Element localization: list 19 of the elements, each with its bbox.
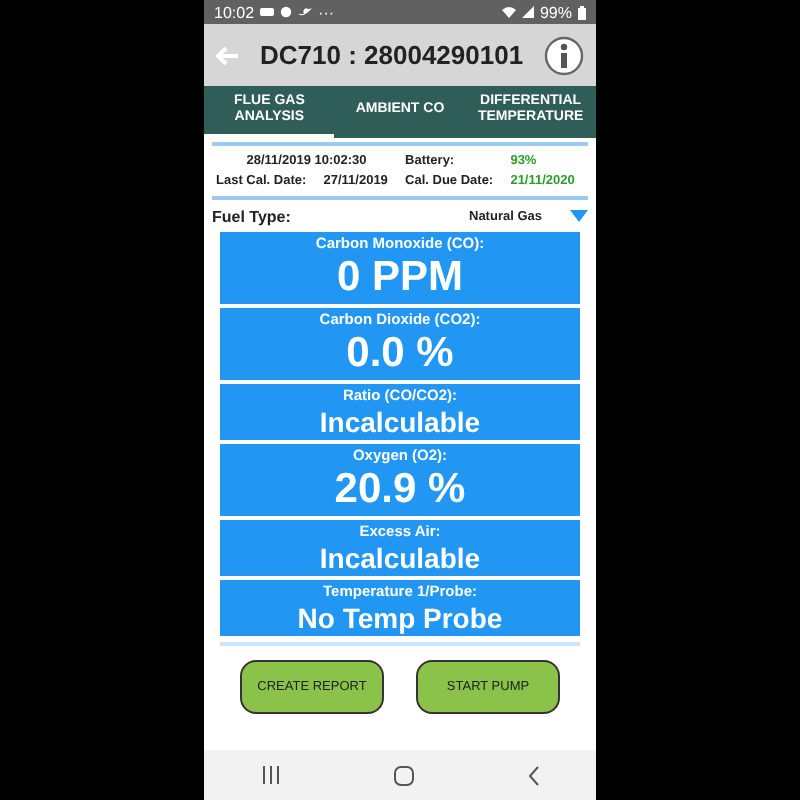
reading-value: No Temp Probe bbox=[295, 602, 505, 636]
recent-apps-icon[interactable] bbox=[261, 766, 279, 784]
wifi-icon bbox=[501, 6, 516, 18]
back-icon[interactable] bbox=[527, 765, 539, 785]
reading-value: Incalculable bbox=[317, 542, 483, 576]
reading-value: 20.9 % bbox=[332, 466, 468, 516]
reading-value: Incalculable bbox=[317, 406, 483, 440]
app-title: DC710 : 28004290101 bbox=[260, 40, 524, 70]
battery-percent: 99% bbox=[539, 3, 572, 21]
info-icon[interactable] bbox=[544, 35, 584, 75]
battery-icon bbox=[578, 5, 586, 19]
signal-icon bbox=[521, 6, 534, 18]
status-time: 10:02 bbox=[214, 3, 255, 21]
dropdown-arrow-icon[interactable] bbox=[570, 210, 588, 222]
reading-value: 0 PPM bbox=[334, 254, 466, 304]
reading-value: 0.0 % bbox=[344, 330, 456, 380]
home-icon[interactable] bbox=[393, 765, 413, 785]
fuel-type-label: Fuel Type: bbox=[212, 207, 293, 225]
more-indicator: ··· bbox=[318, 3, 335, 21]
